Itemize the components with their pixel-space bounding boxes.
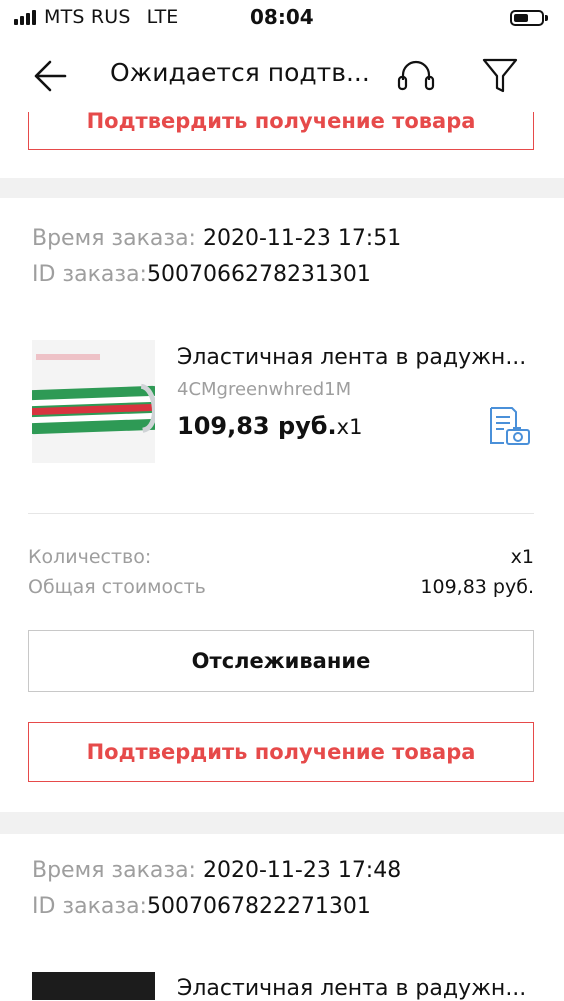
clock: 08:04 [250, 5, 314, 29]
headset-icon[interactable] [396, 58, 436, 96]
divider [28, 513, 534, 514]
tracking-button[interactable]: Отслеживание [28, 630, 534, 692]
carrier-label: MTS RUS [44, 6, 131, 28]
quantity-label: Количество: [28, 546, 152, 568]
document-camera-icon[interactable] [488, 405, 532, 447]
network-label: LTE [146, 6, 179, 28]
status-bar: MTS RUS LTE 08:04 [0, 0, 564, 36]
quantity-value: x1 [510, 546, 534, 568]
battery-icon [510, 10, 548, 26]
navigation-bar: Ожидается подтв... [0, 40, 564, 112]
page-title: Ожидается подтв... [110, 58, 370, 87]
product-price: 109,83 руб.x1 [177, 412, 363, 440]
product-image[interactable] [32, 340, 155, 463]
order-id: ID заказа:5007066278231301 [32, 262, 371, 287]
order-id: ID заказа:5007067822271301 [32, 894, 371, 919]
product-sku: 4CMgreenwhred1M [177, 379, 352, 400]
product-title[interactable]: Эластичная лента в радужн... [177, 976, 532, 1001]
product-image[interactable] [32, 972, 155, 1000]
section-separator [0, 812, 564, 834]
total-value: 109,83 руб. [420, 576, 534, 598]
total-label: Общая стоимость [28, 576, 206, 598]
arrow-left-icon[interactable] [30, 58, 68, 94]
order-time: Время заказа: 2020-11-23 17:48 [32, 858, 402, 883]
confirm-receipt-button[interactable]: Подтвердить получение товара [28, 722, 534, 782]
product-title[interactable]: Эластичная лента в радужн... [177, 345, 532, 370]
section-separator [0, 178, 564, 198]
signal-icon [14, 9, 36, 25]
order-time: Время заказа: 2020-11-23 17:51 [32, 226, 402, 251]
filter-icon[interactable] [480, 56, 520, 96]
